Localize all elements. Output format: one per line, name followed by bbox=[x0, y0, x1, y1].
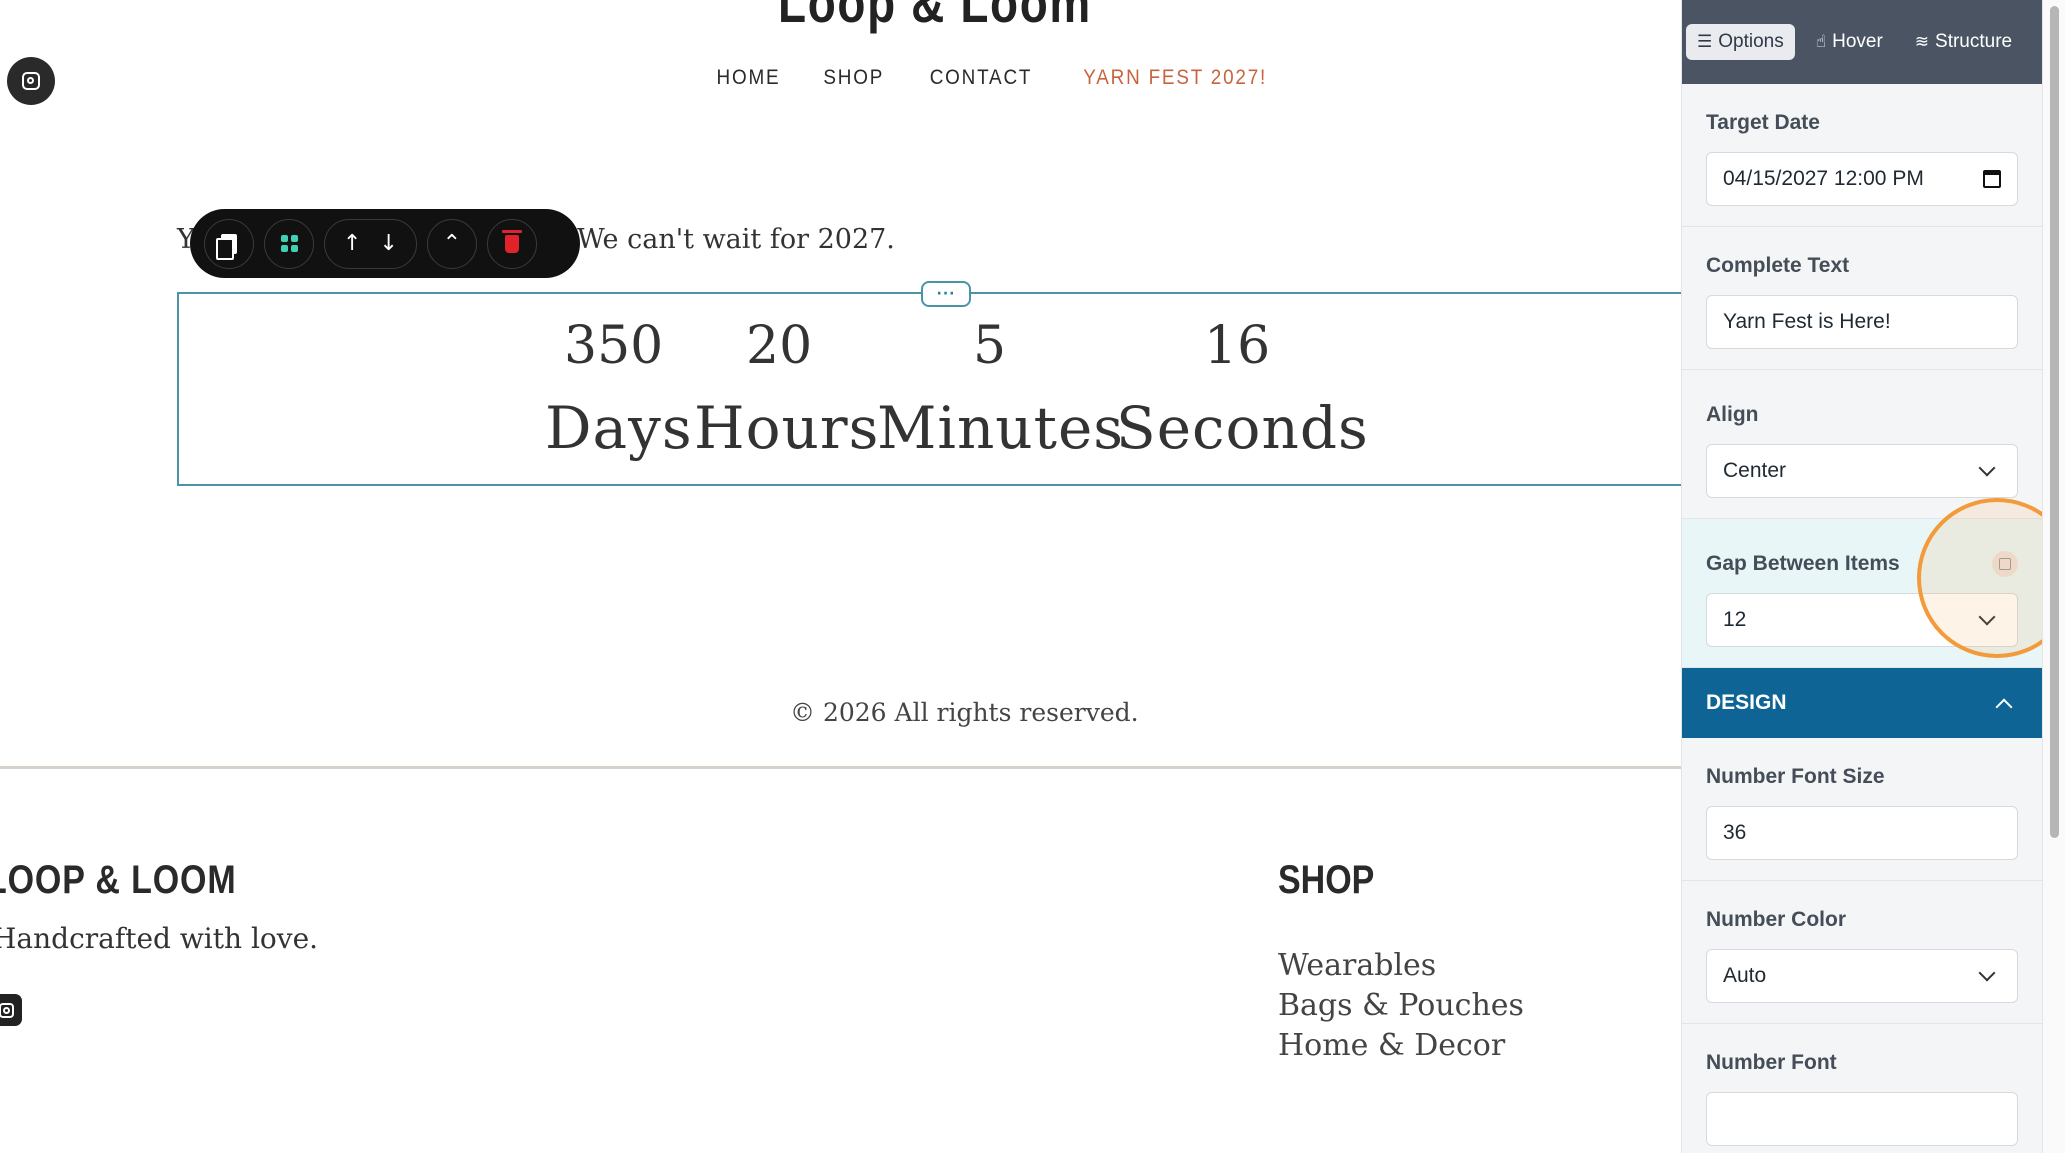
countdown-days-label: Days bbox=[545, 394, 693, 462]
copyright-text: © 2026 All rights reserved. bbox=[790, 698, 1139, 727]
footer-link-home-decor[interactable]: Home & Decor bbox=[1278, 1026, 1524, 1066]
countdown-hours-value: 20 bbox=[746, 316, 813, 376]
number-color-label: Number Color bbox=[1706, 908, 1847, 931]
move-buttons: ↑ ↓ bbox=[324, 218, 417, 269]
complete-text-input[interactable]: Yarn Fest is Here! bbox=[1706, 295, 2018, 349]
block-toolbar: ↑ ↓ ⌃ bbox=[190, 209, 580, 278]
panel-tabs: ☰ Options ☝ Hover ≋ Structure bbox=[1682, 0, 2042, 84]
footer-instagram-link[interactable] bbox=[0, 994, 22, 1026]
copy-icon bbox=[216, 233, 237, 260]
pointer-icon: ☝ bbox=[1815, 32, 1827, 52]
duplicate-button[interactable] bbox=[204, 218, 254, 269]
site-title[interactable]: Loop & Loom bbox=[778, 0, 1092, 35]
gap-label: Gap Between Items bbox=[1706, 552, 1900, 575]
number-color-select[interactable]: Auto bbox=[1706, 949, 2018, 1003]
design-section-label: DESIGN bbox=[1706, 691, 1787, 714]
footer-shop-heading: SHOP bbox=[1278, 858, 1375, 902]
complete-text-field: Complete Text Yarn Fest is Here! bbox=[1682, 227, 2042, 370]
calendar-icon[interactable] bbox=[1983, 170, 2001, 188]
countdown-minutes-label: Minutes bbox=[877, 394, 1125, 462]
intro-text-end[interactable]: We can't wait for 2027. bbox=[577, 224, 895, 255]
target-date-label: Target Date bbox=[1706, 111, 1820, 134]
tab-hover[interactable]: ☝ Hover bbox=[1805, 24, 1894, 60]
countdown-minutes-value: 5 bbox=[973, 316, 1007, 376]
complete-text-value: Yarn Fest is Here! bbox=[1723, 310, 1891, 333]
align-select[interactable]: Center bbox=[1706, 444, 2018, 498]
instagram-icon bbox=[0, 1002, 14, 1018]
delete-button[interactable] bbox=[486, 218, 537, 269]
tab-hover-label: Hover bbox=[1832, 31, 1883, 52]
footer-tagline: Handcrafted with love. bbox=[0, 922, 319, 955]
chevron-up-icon bbox=[1995, 698, 2013, 716]
panel-scrollbar[interactable] bbox=[2042, 0, 2065, 1153]
footer-link-bags[interactable]: Bags & Pouches bbox=[1278, 986, 1524, 1026]
footer-link-wearables[interactable]: Wearables bbox=[1278, 946, 1524, 986]
nav-shop[interactable]: SHOP bbox=[823, 66, 884, 90]
nav-contact[interactable]: CONTACT bbox=[929, 66, 1032, 90]
tab-structure[interactable]: ≋ Structure bbox=[1904, 24, 2023, 60]
target-date-input[interactable]: 04/15/2027 12:00 PM bbox=[1706, 152, 2018, 206]
footer-divider bbox=[0, 766, 1681, 769]
complete-text-label: Complete Text bbox=[1706, 254, 1850, 277]
design-section-header[interactable]: DESIGN bbox=[1682, 668, 2042, 738]
number-font-size-field: Number Font Size 36 bbox=[1682, 738, 2042, 881]
number-font-size-input[interactable]: 36 bbox=[1706, 806, 2018, 860]
countdown-seconds-value: 16 bbox=[1204, 316, 1271, 376]
tab-options[interactable]: ☰ Options bbox=[1686, 24, 1795, 60]
trash-icon bbox=[501, 229, 522, 253]
align-field: Align Center bbox=[1682, 370, 2042, 519]
gap-value: 12 bbox=[1723, 608, 1747, 631]
tab-options-label: Options bbox=[1718, 31, 1784, 52]
select-parent-button[interactable]: ⌃ bbox=[426, 218, 477, 269]
sliders-icon: ☰ bbox=[1697, 32, 1713, 52]
number-color-field: Number Color Auto bbox=[1682, 881, 2042, 1024]
target-date-value: 04/15/2027 12:00 PM bbox=[1723, 167, 1924, 190]
instagram-float-button[interactable] bbox=[7, 57, 55, 105]
add-block-button[interactable] bbox=[264, 218, 314, 269]
footer-brand: LOOP & LOOM bbox=[0, 858, 237, 902]
chevron-down-icon bbox=[1978, 459, 1996, 477]
align-value: Center bbox=[1723, 459, 1787, 482]
number-font-label: Number Font bbox=[1706, 1051, 1837, 1074]
footer-shop-links: Wearables Bags & Pouches Home & Decor bbox=[1278, 946, 1524, 1066]
number-font-size-value: 36 bbox=[1723, 821, 1747, 844]
double-chevron-up-icon: ⌃ bbox=[442, 231, 462, 256]
scrollbar-thumb[interactable] bbox=[2050, 6, 2059, 838]
instagram-icon bbox=[22, 72, 40, 90]
page-canvas: Loop & Loom HOME SHOP CONTACT YARN FEST … bbox=[0, 0, 1681, 1153]
countdown-days-value: 350 bbox=[564, 316, 664, 376]
block-drag-handle[interactable]: ··· bbox=[921, 281, 971, 307]
target-date-field: Target Date 04/15/2027 12:00 PM bbox=[1682, 84, 2042, 227]
number-font-select[interactable] bbox=[1706, 1092, 2018, 1146]
number-font-size-label: Number Font Size bbox=[1706, 765, 1885, 788]
nav-yarn-fest[interactable]: YARN FEST 2027! bbox=[1084, 66, 1268, 90]
number-color-value: Auto bbox=[1723, 964, 1767, 987]
main-nav: HOME SHOP CONTACT YARN FEST 2027! bbox=[713, 66, 1278, 90]
chevron-down-icon bbox=[1978, 964, 1996, 982]
align-label: Align bbox=[1706, 403, 1759, 426]
countdown-hours-label: Hours bbox=[694, 394, 880, 462]
layers-icon: ≋ bbox=[1914, 32, 1930, 52]
countdown-seconds-label: Seconds bbox=[1116, 394, 1369, 462]
arrow-down-icon[interactable]: ↓ bbox=[379, 231, 397, 256]
add-block-icon bbox=[280, 235, 298, 252]
tab-structure-label: Structure bbox=[1935, 31, 2013, 52]
nav-home[interactable]: HOME bbox=[717, 66, 781, 90]
number-font-field: Number Font bbox=[1682, 1024, 2042, 1153]
arrow-up-icon[interactable]: ↑ bbox=[343, 231, 361, 256]
